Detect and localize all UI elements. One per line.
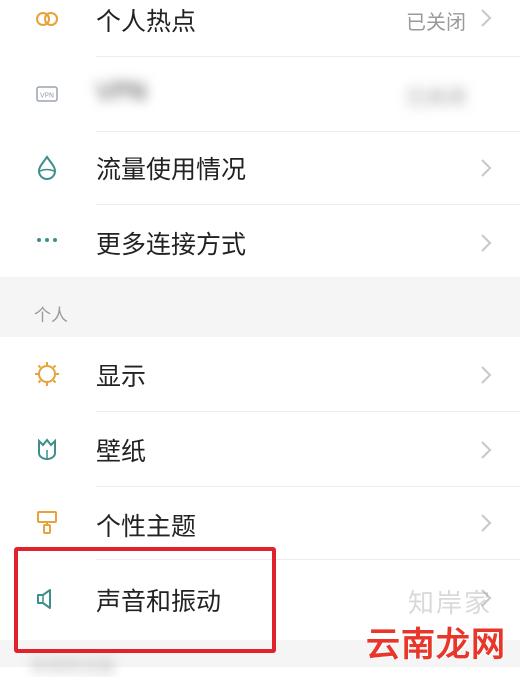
settings-row-vpn[interactable]: VPN VPN 已关闭	[0, 57, 520, 131]
chevron-right-icon	[476, 438, 496, 462]
section-separator: 个人	[0, 277, 520, 337]
settings-row-more-connections[interactable]: 更多连接方式	[0, 205, 520, 277]
settings-row-label: 个性主题	[96, 512, 197, 541]
settings-row-label: 壁纸	[96, 437, 147, 466]
vpn-icon: VPN	[34, 81, 60, 107]
chevron-right-icon	[476, 511, 496, 535]
chevron-right-icon	[476, 231, 496, 255]
settings-row-display[interactable]: 显示	[0, 337, 520, 411]
settings-row-label: 显示	[96, 362, 147, 391]
section-title-personal: 个人	[34, 306, 68, 326]
vpn-label-blurred: VPN	[96, 77, 147, 106]
chevron-right-icon	[476, 156, 496, 180]
speaker-icon	[34, 586, 60, 612]
settings-row-label: 声音和振动	[96, 587, 222, 616]
svg-text:VPN: VPN	[40, 92, 54, 100]
vpn-status-blurred: 已关闭	[406, 85, 466, 109]
sun-icon	[34, 361, 60, 387]
settings-row-label: 个人热点	[96, 7, 197, 36]
section-title-partial: 系统和设备	[30, 657, 115, 677]
data-usage-icon	[34, 154, 60, 180]
wallpaper-icon	[34, 436, 60, 462]
theme-brush-icon	[34, 509, 60, 535]
settings-row-label: 流量使用情况	[96, 155, 247, 184]
hotspot-icon	[34, 6, 60, 32]
settings-row-label: 更多连接方式	[96, 230, 247, 259]
chevron-right-icon	[476, 363, 496, 387]
watermark-main: 云南龙网	[366, 625, 506, 665]
chevron-right-icon	[476, 6, 496, 30]
settings-row-wallpaper[interactable]: 壁纸	[0, 412, 520, 486]
watermark-faint: 知岸家	[407, 589, 492, 619]
more-dots-icon	[34, 227, 60, 253]
settings-row-hotspot[interactable]: 个人热点 已关闭	[0, 0, 520, 56]
settings-row-data-usage[interactable]: 流量使用情况	[0, 132, 520, 204]
settings-row-theme[interactable]: 个性主题	[0, 487, 520, 559]
hotspot-status-value: 已关闭	[406, 10, 466, 34]
